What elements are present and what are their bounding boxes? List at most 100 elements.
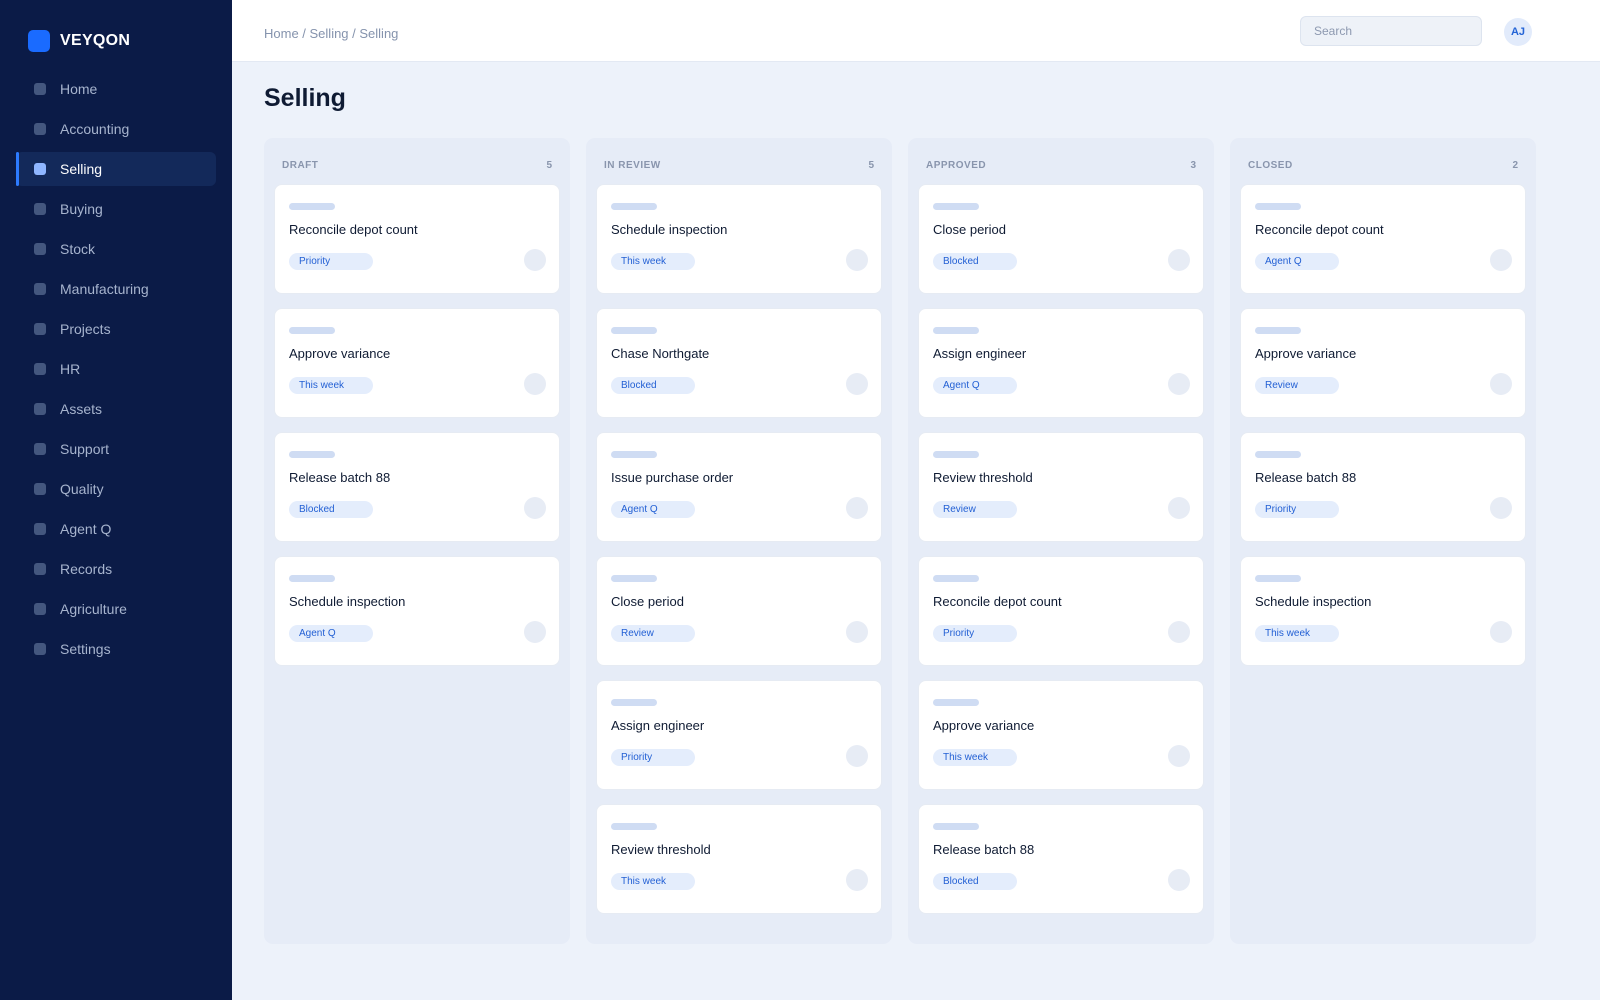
sidebar-item-label: Quality — [60, 481, 104, 497]
card-tag: Blocked — [611, 377, 695, 394]
task-card[interactable]: Issue purchase order Agent Q — [596, 432, 882, 542]
column-header: IN REVIEW 5 — [596, 160, 882, 172]
task-card[interactable]: Reconcile depot count Priority — [918, 556, 1204, 666]
sidebar-item-agriculture[interactable]: Agriculture — [16, 592, 216, 626]
search-input[interactable] — [1300, 16, 1482, 46]
column-count: 5 — [868, 160, 874, 171]
assignee-avatar[interactable] — [1168, 373, 1190, 395]
card-tag: Review — [1255, 377, 1339, 394]
task-card[interactable]: Assign engineer Agent Q — [918, 308, 1204, 418]
card-title: Approve variance — [289, 346, 391, 361]
sidebar-item-home[interactable]: Home — [16, 72, 216, 106]
task-card[interactable]: Review threshold Review — [918, 432, 1204, 542]
assignee-avatar[interactable] — [846, 249, 868, 271]
task-card[interactable]: Approve variance This week — [918, 680, 1204, 790]
sidebar-item-stock[interactable]: Stock — [16, 232, 216, 266]
card-title: Issue purchase order — [611, 470, 734, 485]
sidebar-item-label: Manufacturing — [60, 281, 149, 297]
task-card[interactable]: Chase Northgate Blocked — [596, 308, 882, 418]
task-card[interactable]: Approve variance Review — [1240, 308, 1526, 418]
assignee-avatar[interactable] — [1168, 869, 1190, 891]
card-color-bar — [611, 575, 657, 582]
assignee-avatar[interactable] — [1168, 621, 1190, 643]
sidebar-item-label: Support — [60, 441, 110, 457]
assignee-avatar[interactable] — [524, 373, 546, 395]
column-count: 3 — [1190, 160, 1196, 171]
task-card[interactable]: Reconcile depot count Priority — [274, 184, 560, 294]
sidebar-item-quality[interactable]: Quality — [16, 472, 216, 506]
column-approved: APPROVED 3 Close period Blocked Assign engin… — [908, 138, 1214, 944]
column-in-review: IN REVIEW 5 Schedule inspection This week Ch… — [586, 138, 892, 944]
card-title: Close period — [611, 594, 684, 609]
card-title: Assign engineer — [611, 718, 705, 733]
breadcrumb[interactable]: Home / Selling / Selling — [264, 26, 398, 41]
sidebar-item-assets[interactable]: Assets — [16, 392, 216, 426]
task-card[interactable]: Review threshold This week — [596, 804, 882, 914]
card-color-bar — [933, 699, 979, 706]
sidebar-item-label: Buying — [60, 201, 103, 217]
top-bar: Home / Selling / Selling AJ — [232, 0, 1600, 62]
assignee-avatar[interactable] — [846, 621, 868, 643]
sidebar-item-label: Projects — [60, 321, 111, 337]
sidebar-item-hr[interactable]: HR — [16, 352, 216, 386]
card-color-bar — [933, 327, 979, 334]
card-title: Reconcile depot count — [933, 594, 1062, 609]
sidebar-item-buying[interactable]: Buying — [16, 192, 216, 226]
task-card[interactable]: Close period Review — [596, 556, 882, 666]
assignee-avatar[interactable] — [846, 373, 868, 395]
task-card[interactable]: Schedule inspection This week — [596, 184, 882, 294]
sidebar-item-support[interactable]: Support — [16, 432, 216, 466]
card-color-bar — [611, 203, 657, 210]
sidebar-item-accounting[interactable]: Accounting — [16, 112, 216, 146]
sidebar-item-selling[interactable]: Selling — [16, 152, 216, 186]
assignee-avatar[interactable] — [524, 621, 546, 643]
task-card[interactable]: Approve variance This week — [274, 308, 560, 418]
nav-item-icon — [34, 603, 46, 615]
assignee-avatar[interactable] — [846, 497, 868, 519]
task-card[interactable]: Release batch 88 Blocked — [918, 804, 1204, 914]
card-tag: Blocked — [933, 873, 1017, 890]
sidebar-item-label: Stock — [60, 241, 96, 257]
assignee-avatar[interactable] — [846, 745, 868, 767]
assignee-avatar[interactable] — [524, 497, 546, 519]
card-tag: Priority — [1255, 501, 1339, 518]
page-title: Selling — [264, 84, 346, 112]
sidebar-item-projects[interactable]: Projects — [16, 312, 216, 346]
task-card[interactable]: Schedule inspection This week — [1240, 556, 1526, 666]
assignee-avatar[interactable] — [1490, 249, 1512, 271]
user-avatar[interactable]: AJ — [1504, 18, 1532, 46]
nav-item-icon — [34, 363, 46, 375]
assignee-avatar[interactable] — [1490, 621, 1512, 643]
task-card[interactable]: Reconcile depot count Agent Q — [1240, 184, 1526, 294]
task-card[interactable]: Close period Blocked — [918, 184, 1204, 294]
column-header: APPROVED 3 — [918, 160, 1204, 172]
task-card[interactable]: Schedule inspection Agent Q — [274, 556, 560, 666]
task-card[interactable]: Assign engineer Priority — [596, 680, 882, 790]
card-tag: Review — [611, 625, 695, 642]
card-title: Approve variance — [1255, 346, 1357, 361]
assignee-avatar[interactable] — [1168, 745, 1190, 767]
sidebar-item-settings[interactable]: Settings — [16, 632, 216, 666]
assignee-avatar[interactable] — [1168, 497, 1190, 519]
assignee-avatar[interactable] — [524, 249, 546, 271]
card-color-bar — [933, 575, 979, 582]
card-color-bar — [933, 203, 979, 210]
task-card[interactable]: Release batch 88 Blocked — [274, 432, 560, 542]
assignee-avatar[interactable] — [1168, 249, 1190, 271]
assignee-avatar[interactable] — [846, 869, 868, 891]
card-title: Schedule inspection — [289, 594, 406, 609]
sidebar-item-agent-q[interactable]: Agent Q — [16, 512, 216, 546]
card-title: Review threshold — [933, 470, 1033, 485]
assignee-avatar[interactable] — [1490, 497, 1512, 519]
card-color-bar — [611, 699, 657, 706]
sidebar-item-label: Records — [60, 561, 113, 577]
card-color-bar — [289, 451, 335, 458]
sidebar-item-manufacturing[interactable]: Manufacturing — [16, 272, 216, 306]
assignee-avatar[interactable] — [1490, 373, 1512, 395]
sidebar-nav: Home Accounting Selling Buying Stock Manufact… — [16, 72, 216, 672]
task-card[interactable]: Release batch 88 Priority — [1240, 432, 1526, 542]
sidebar-item-records[interactable]: Records — [16, 552, 216, 586]
nav-item-icon — [34, 283, 46, 295]
card-color-bar — [1255, 327, 1301, 334]
brand[interactable]: VEYQON — [28, 30, 130, 52]
